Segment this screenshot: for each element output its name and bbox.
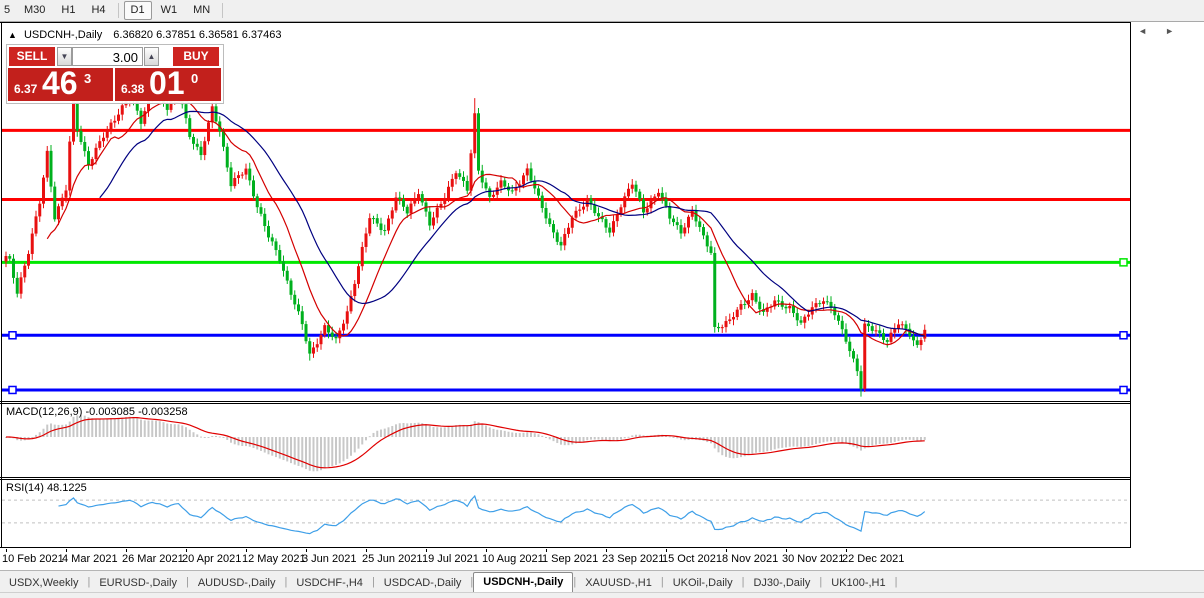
date-tick (786, 549, 787, 552)
timeframe-button-5[interactable]: 5 (1, 1, 15, 20)
date-label: 15 Oct 2021 (662, 553, 722, 565)
toolbar-separator (117, 3, 119, 18)
date-tick (546, 549, 547, 552)
line-handle[interactable] (8, 331, 17, 340)
tab-scroll-right-icon[interactable]: ► (1165, 26, 1192, 36)
timeframe-button-w1[interactable]: W1 (154, 1, 185, 20)
date-label: 22 Dec 2021 (842, 553, 905, 565)
line-handle[interactable] (1119, 385, 1128, 395)
date-label: 8 Nov 2021 (722, 553, 779, 565)
date-tick (126, 549, 127, 552)
collapse-trade-panel-icon[interactable]: ▲ (8, 30, 17, 40)
date-axis[interactable]: 10 Feb 2021 4 Mar 2021 26 Mar 2021 20 Apr 2… (0, 549, 1204, 569)
tab-dj30-daily[interactable]: DJ30-,Daily (744, 575, 819, 592)
mt4-window: { "toolbar":{ "timeframes":[ {"label":"5… (0, 0, 1204, 598)
triangle-up-icon: ▲ (147, 52, 156, 61)
tab-xauusd-h1[interactable]: XAUUSD-,H1 (576, 575, 661, 592)
date-tick (66, 549, 67, 552)
rsi-label: RSI(14) 48.1225 (6, 482, 87, 494)
sell-price-sup: 3 (84, 71, 92, 86)
sell-price-big: 46 (42, 65, 78, 101)
timeframe-button-h1[interactable]: H1 (54, 1, 82, 20)
date-label: 1 Sep 2021 (542, 553, 599, 565)
buy-price-small: 6.38 (121, 82, 145, 96)
date-label: 20 Apr 2021 (182, 553, 242, 565)
panel-separator[interactable] (0, 477, 1204, 478)
date-label: 12 May 2021 (242, 553, 306, 565)
tab-usdchf-h4[interactable]: USDCHF-,H4 (287, 575, 372, 592)
date-tick (366, 549, 367, 552)
price-axis[interactable]: 6.591206.566706.542906.494606.445606.397… (1131, 22, 1204, 548)
date-label: 4 Mar 2021 (62, 553, 118, 565)
date-label: 25 Jun 2021 (362, 553, 423, 565)
volume-input[interactable]: 3.00 (72, 47, 143, 66)
panel-separator (0, 547, 1204, 548)
date-tick (486, 549, 487, 552)
tab-usdcad-daily[interactable]: USDCAD-,Daily (375, 575, 471, 592)
sell-price-small: 6.37 (14, 82, 38, 96)
buy-price-display[interactable]: 6.38 01 0 (115, 65, 221, 101)
one-click-trade-widget: SELL ▼ 3.00 ▲ BUY 6.37 46 3 6.38 01 0 (6, 44, 224, 104)
buy-button[interactable]: BUY (173, 47, 219, 66)
date-label: 23 Sep 2021 (602, 553, 665, 565)
status-bar (0, 592, 1204, 598)
sell-price-display[interactable]: 6.37 46 3 (8, 65, 113, 101)
timeframe-toolbar: 5 M30 H1 H4 D1 W1 MN (0, 0, 1204, 22)
macd-histogram (5, 415, 926, 472)
date-tick (246, 549, 247, 552)
line-handle[interactable] (1119, 258, 1128, 267)
macd-label: MACD(12,26,9) -0.003085 -0.003258 (6, 406, 188, 418)
tab-eurusd-daily[interactable]: EURUSD-,Daily (90, 575, 186, 592)
line-handle[interactable] (8, 385, 17, 395)
date-label: 26 Mar 2021 (122, 553, 184, 565)
timeframe-button-mn[interactable]: MN (186, 1, 217, 20)
date-tick (846, 549, 847, 552)
rsi-line (58, 494, 926, 535)
tab-scroll-left-icon[interactable]: ◄ (1138, 26, 1165, 36)
date-tick (6, 549, 7, 552)
date-label: 10 Feb 2021 (2, 553, 64, 565)
symbol-period-label: USDCNH-,Daily (23, 29, 103, 41)
triangle-down-icon: ▼ (60, 52, 69, 61)
date-tick (306, 549, 307, 552)
panel-separator[interactable] (0, 401, 1204, 402)
ohlc-values: 6.36820 6.37851 6.36581 6.37463 (113, 29, 282, 41)
tab-uk100-h1[interactable]: UK100-,H1 (822, 575, 894, 592)
chart-window: ▲ USDCNH-,Daily 6.36820 6.37851 6.36581 … (0, 22, 1204, 598)
tab-separator: | (894, 575, 898, 588)
timeframe-button-m30[interactable]: M30 (17, 1, 52, 20)
date-tick (426, 549, 427, 552)
panel-separator (0, 22, 1204, 23)
date-tick (726, 549, 727, 552)
volume-stepper-down[interactable]: ▼ (57, 47, 72, 66)
date-label: 19 Jul 2021 (422, 553, 479, 565)
date-label: 10 Aug 2021 (482, 553, 544, 565)
chart-tab-bar: USDX,Weekly | EURUSD-,Daily | AUDUSD-,Daily |… (0, 570, 1204, 592)
buy-price-big: 01 (149, 65, 185, 101)
rsi-indicator-svg[interactable] (2, 480, 1130, 547)
tab-usdx-weekly[interactable]: USDX,Weekly (0, 575, 87, 592)
timeframe-button-d1[interactable]: D1 (123, 1, 152, 20)
buy-price-sup: 0 (191, 71, 199, 86)
timeframe-button-h4[interactable]: H4 (84, 1, 112, 20)
sell-button[interactable]: SELL (9, 47, 55, 66)
date-label: 3 Jun 2021 (302, 553, 357, 565)
date-label: 30 Nov 2021 (782, 553, 845, 565)
date-tick (186, 549, 187, 552)
line-handle[interactable] (1119, 331, 1128, 340)
date-tick (606, 549, 607, 552)
date-tick (666, 549, 667, 552)
tab-usdcnh-daily[interactable]: USDCNH-,Daily (473, 572, 574, 592)
toolbar-separator (222, 3, 224, 18)
chart-ohlc-header: ▲ USDCNH-,Daily 6.36820 6.37851 6.36581 … (8, 29, 282, 41)
volume-stepper-up[interactable]: ▲ (144, 47, 159, 66)
tab-audusd-daily[interactable]: AUDUSD-,Daily (189, 575, 285, 592)
tab-scroll-arrows: ◄► (1138, 26, 1192, 36)
tab-ukoil-daily[interactable]: UKOil-,Daily (664, 575, 742, 592)
